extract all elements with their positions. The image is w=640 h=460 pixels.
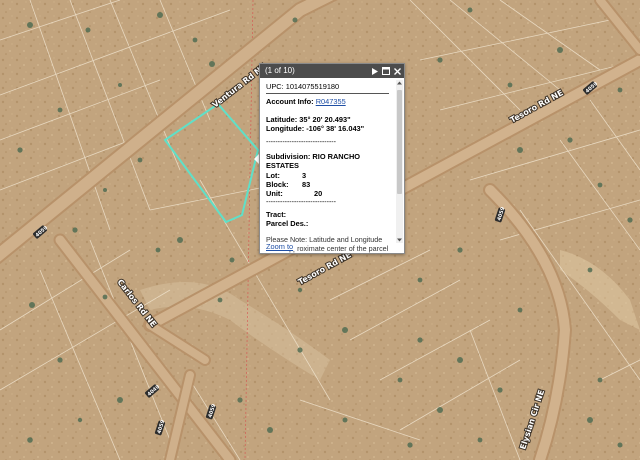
upc-text: UPC: 1014075519180	[266, 82, 340, 91]
maximize-icon[interactable]	[382, 67, 390, 75]
divider	[266, 93, 389, 95]
tract-label: Tract:	[266, 209, 287, 219]
scroll-up-icon[interactable]	[396, 80, 403, 86]
latitude-text: Latitude: 35° 20' 20.493"	[266, 115, 351, 125]
unit-value: 20	[314, 188, 323, 198]
block-row: Block: 83	[266, 180, 389, 189]
block-label: Block:	[266, 179, 289, 189]
unit-label: Unit:	[266, 188, 283, 198]
subdivision-value: RIO RANCHO	[312, 152, 361, 162]
subdivision-value-line2: ESTATES	[266, 161, 299, 171]
lot-row: Lot: 3	[266, 171, 389, 180]
popup-content: UPC: 1014075519180 Account Info: R047355…	[260, 78, 394, 253]
account-info-label: Account Info:	[266, 97, 314, 107]
popup-scrollbar[interactable]	[396, 80, 403, 243]
scroll-down-icon[interactable]	[396, 237, 403, 243]
separator-line: ------------------------------	[266, 139, 336, 147]
scrollbar-thumb[interactable]	[397, 90, 402, 194]
popup-header: (1 of 10)	[260, 64, 404, 78]
account-info-row: Account Info: R047355	[266, 97, 389, 106]
parcel-info-popup: (1 of 10) UPC: 1014075519180 Account Inf…	[259, 63, 405, 254]
subdivision-row: Subdivision: RIO RANCHO	[266, 152, 389, 161]
lot-value: 3	[302, 170, 307, 180]
account-link[interactable]: R047355	[316, 97, 346, 106]
longitude-text: Longitude: -106° 38' 16.043"	[266, 124, 365, 134]
popup-title: (1 of 10)	[265, 66, 295, 75]
unit-row: Unit: 20	[266, 189, 389, 198]
subdivision-label: Subdivision:	[266, 152, 311, 162]
parcel-description-label: Parcel Des.:	[266, 218, 309, 228]
block-value: 83	[302, 179, 311, 189]
next-feature-icon[interactable]	[371, 67, 379, 75]
close-icon[interactable]	[393, 67, 401, 75]
separator-line-2: ------------------------------	[266, 198, 336, 206]
lot-label: Lot:	[266, 170, 280, 180]
zoom-to-link[interactable]: Zoom to	[266, 242, 298, 251]
